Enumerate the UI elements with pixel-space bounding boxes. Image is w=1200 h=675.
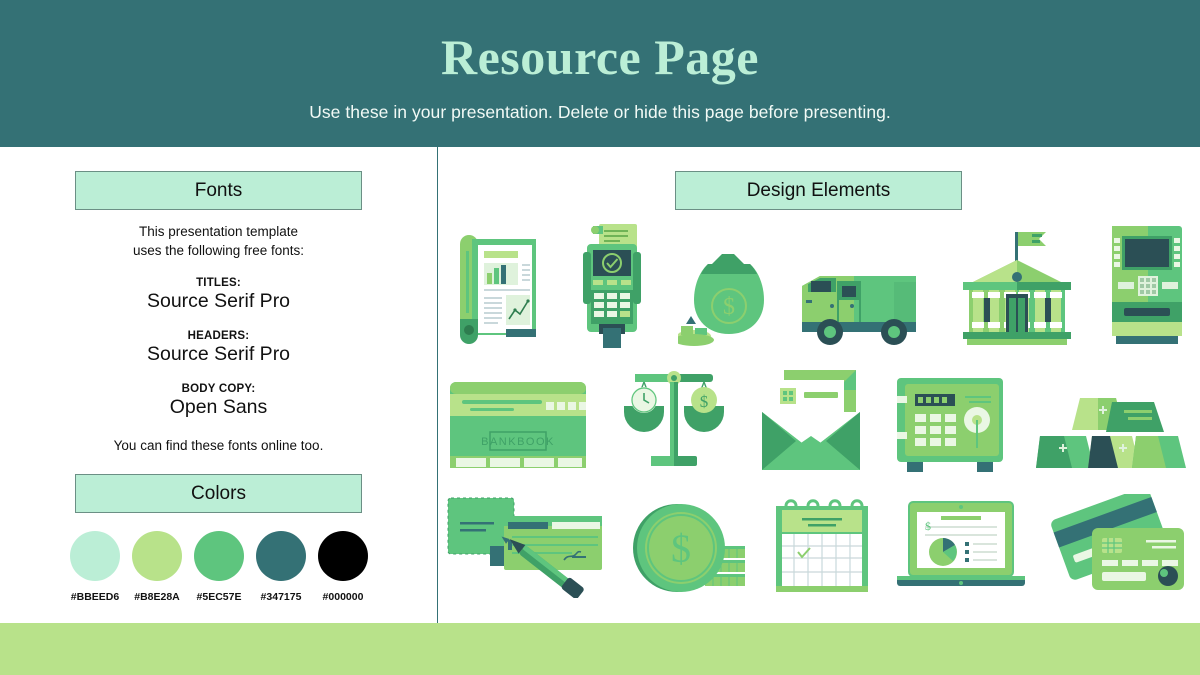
bankbook-icon: BANKBOOK [450,382,586,468]
financial-report-icon [460,235,536,344]
fonts-intro-line1: This presentation template [138,224,299,239]
bank-building-icon [962,232,1071,345]
page-title: Resource Page [441,29,759,85]
color-swatch-item: #000000 [317,531,369,603]
font-group-headers: HEADERS: Source Serif Pro [75,330,362,366]
design-element-cell: $ [893,498,1029,598]
design-element-cell [446,225,546,350]
design-element-cell [953,222,1081,350]
colors-section-header: Colors [75,474,362,513]
color-swatch-hex-label: #B8E28A [134,591,180,603]
bottom-accent-bar [0,623,1200,675]
fonts-content: This presentation template uses the foll… [75,222,362,453]
color-swatch-item: #B8E28A [131,531,183,603]
color-swatch-item: #347175 [255,531,307,603]
color-swatch-circle [256,531,306,581]
slide-canvas: Resource Page Use these in your presenta… [0,0,1200,675]
atm-machine-icon [1111,226,1182,344]
font-group-titles: TITLES: Source Serif Pro [75,277,362,313]
slide-header: Resource Page Use these in your presenta… [0,0,1200,147]
laptop-chart-icon: $ [897,501,1025,586]
fonts-heading-label: Fonts [194,179,243,201]
design-element-cell [1036,388,1186,474]
design-element-cell: $ [619,364,729,474]
color-swatch-circle [194,531,244,581]
design-element-cell [446,494,614,598]
font-name-body-copy: Open Sans [169,396,268,419]
color-swatch-circle [318,531,368,581]
page-subtitle: Use these in your presentation. Delete o… [309,102,891,122]
checkbook-pen-icon [447,497,602,598]
color-swatch-row: #BBEED6 #B8E28A #5EC57E #347175 #000000 [69,531,369,603]
calendar-icon [776,499,868,592]
color-swatch-hex-label: #347175 [260,591,302,603]
svg-text:BANKBOOK: BANKBOOK [481,436,555,448]
font-name-headers: Source Serif Pro [146,343,291,366]
color-swatch-hex-label: #5EC57E [196,591,242,603]
design-heading-label: Design Elements [746,179,891,201]
pos-terminal-icon [583,224,642,348]
font-label-body-copy: BODY COPY: [181,383,256,396]
money-bag-icon: $ [678,254,765,346]
balance-scale-icon: $ [624,371,724,466]
design-element-cell: $ [678,248,766,350]
fonts-intro: This presentation template uses the foll… [75,222,362,260]
color-swatch-hex-label: #BBEED6 [70,591,120,603]
design-element-cell [758,366,864,474]
design-element-cell [1046,494,1186,598]
color-swatch-item: #BBEED6 [69,531,121,603]
color-swatch-hex-label: #000000 [322,591,364,603]
fonts-intro-line2: uses the following free fonts: [132,243,305,259]
svg-text:$: $ [671,526,691,571]
colors-heading-label: Colors [191,482,246,504]
color-swatch-item: #5EC57E [193,531,245,603]
armored-truck-icon [801,276,916,345]
font-group-body-copy: BODY COPY: Open Sans [75,383,362,419]
safe-vault-icon [897,378,1003,472]
color-swatch-circle [132,531,182,581]
svg-text:$: $ [700,392,709,411]
svg-text:$: $ [723,294,735,320]
font-label-titles: TITLES: [196,277,241,290]
gold-bars-icon [1036,398,1186,468]
design-elements-section-header: Design Elements [675,171,962,210]
vertical-divider [437,147,438,623]
design-element-cell [893,374,1007,474]
coins-stack-icon: $ [633,504,745,592]
design-elements-row: $ [446,474,1186,598]
design-element-cell [794,260,926,350]
fonts-section-header: Fonts [75,171,362,210]
design-element-cell [573,222,651,350]
svg-text:$: $ [925,519,931,533]
font-name-titles: Source Serif Pro [146,290,291,313]
design-element-cell [768,494,876,598]
fonts-outro: You can find these fonts online too. [113,438,324,454]
open-envelope-letter-icon [762,370,860,470]
design-element-cell: $ [631,502,751,598]
design-elements-row: BANKBOOK $ [446,350,1186,474]
design-element-cell: BANKBOOK [446,374,590,474]
design-elements-grid: $ BANKBOOK $ $ $ [446,222,1186,617]
credit-cards-icon [1051,494,1184,590]
design-elements-row: $ [446,222,1186,350]
font-label-headers: HEADERS: [187,330,250,343]
design-element-cell [1108,222,1186,350]
color-swatch-circle [70,531,120,581]
